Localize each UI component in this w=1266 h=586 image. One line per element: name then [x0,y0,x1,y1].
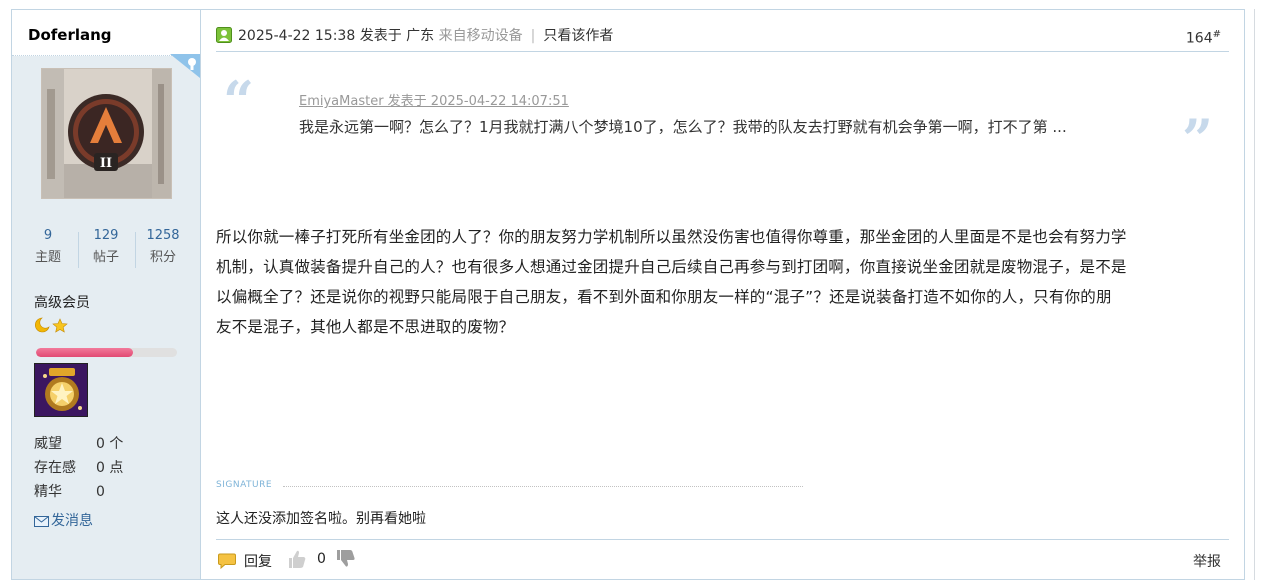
info-digest-key: 精华 [34,484,62,500]
author-stats: 9 主题 129 帖子 1258 积分 [20,226,192,274]
apex-rank-avatar-icon: II [42,69,171,198]
post-actions: 回复 0 举报 [216,548,1229,574]
send-message-label: 发消息 [51,513,93,529]
stat-threads-value: 9 [43,228,53,243]
stat-posts[interactable]: 129 帖子 [78,226,134,270]
posted-at-label: 发表于 [359,28,402,44]
author-header: Doferlang [12,10,200,56]
info-presence: 存在感 0 点 [34,456,123,480]
info-digest: 精华 0 [34,480,123,504]
envelope-icon [34,515,49,527]
only-author-link[interactable]: 只看该作者 [543,28,613,44]
scrollbar-track[interactable] [1254,9,1255,580]
actions-divider [216,539,1229,540]
content-line: 友不是混子，其他人都是不思进取的废物？ [216,318,515,336]
info-presence-key: 存在感 [34,460,76,476]
online-user-icon [216,27,232,43]
quote-meta[interactable]: EmiyaMaster 发表于 2025-04-22 14:07:51 [299,90,569,109]
reply-icon[interactable] [218,553,236,573]
credit-progress-bar [36,348,177,357]
post-location: 广东 [406,28,435,44]
credit-progress-fill [36,348,134,357]
content-line: 以偏概全了？还是说你的视野只能局限于自己朋友，看不到外面和你朋友一样的“混子”？… [216,288,1112,306]
stat-posts-value: 129 [93,228,119,243]
post-info-bar: 2025-4-22 15:38 发表于 广东 来自移动设备 | 只看该作者 164# [216,21,1229,52]
quote-open-icon: “ [223,69,255,133]
post-container: Doferlang II 9 主题 129 帖子 1258 积分 高级会员 威望… [11,9,1245,580]
content-line: 机制，认真做装备提升自己的人？也有很多人想通过金团提升自己后续自己再参与到打团啊… [216,258,1127,276]
info-prestige-key: 威望 [34,436,62,452]
info-digest-value: 0 [96,484,105,500]
floor-mark: # [1212,29,1221,40]
avatar[interactable]: II [41,68,172,199]
stat-points-label: 积分 [149,250,176,265]
online-badge-icon [170,54,200,78]
post-content: 所以你就一棒子打死所有坐金团的人了？你的朋友努力学机制所以虽然没伤害也值得你尊重… [216,222,1234,342]
signature-label: SIGNATURE [216,480,273,490]
svg-text:II: II [100,156,112,171]
stat-threads[interactable]: 9 主题 [20,226,76,270]
rank-stars [34,317,70,337]
post-device: 来自移动设备 [438,28,523,44]
author-sidebar: Doferlang II 9 主题 129 帖子 1258 积分 高级会员 威望… [12,10,201,579]
post-meta: 2025-4-22 15:38 发表于 广东 来自移动设备 | 只看该作者 [238,25,613,45]
signature-text: 这人还没添加签名啦。别再看她啦 [216,511,426,527]
info-prestige-value: 0 个 [96,436,124,452]
stat-posts-label: 帖子 [92,250,119,265]
medal-icon [35,364,87,416]
floor-value: 164 [1185,30,1213,47]
info-presence-value: 0 点 [96,460,124,476]
user-group[interactable]: 高级会员 [34,292,90,312]
like-count: 0 [317,551,326,567]
stat-threads-label: 主题 [34,250,61,265]
quote-close-icon: ” [1181,107,1213,171]
info-prestige: 威望 0 个 [34,432,123,456]
content-line: 所以你就一棒子打死所有坐金团的人了？你的朋友努力学机制所以虽然没伤害也值得你尊重… [216,228,1127,246]
reply-button[interactable]: 回复 [244,551,272,571]
post-main: 2025-4-22 15:38 发表于 广东 来自移动设备 | 只看该作者 164#… [201,10,1244,579]
stat-points[interactable]: 1258 积分 [135,226,191,270]
send-message-link[interactable]: 发消息 [34,510,93,530]
meta-separator: | [530,28,536,44]
floor-number[interactable]: 164# [1186,29,1221,47]
author-info: 威望 0 个 存在感 0 点 精华 0 [34,432,123,504]
author-name[interactable]: Doferlang [28,26,112,44]
thumbs-up-icon[interactable] [288,549,306,573]
medal-badge[interactable] [34,363,88,417]
signature-divider [283,486,803,487]
quote-block: “ EmiyaMaster 发表于 2025-04-22 14:07:51 我是… [223,64,1213,166]
stat-points-value: 1258 [146,228,180,243]
post-date: 2025-4-22 15:38 [238,28,356,44]
moon-star-icon [35,317,68,333]
quote-text: 我是永远第一啊？怎么了？1月我就打满八个梦境10了，怎么了？我带的队友去打野就有… [299,118,1067,136]
thumbs-down-icon[interactable] [336,549,356,573]
report-button[interactable]: 举报 [1193,551,1221,571]
